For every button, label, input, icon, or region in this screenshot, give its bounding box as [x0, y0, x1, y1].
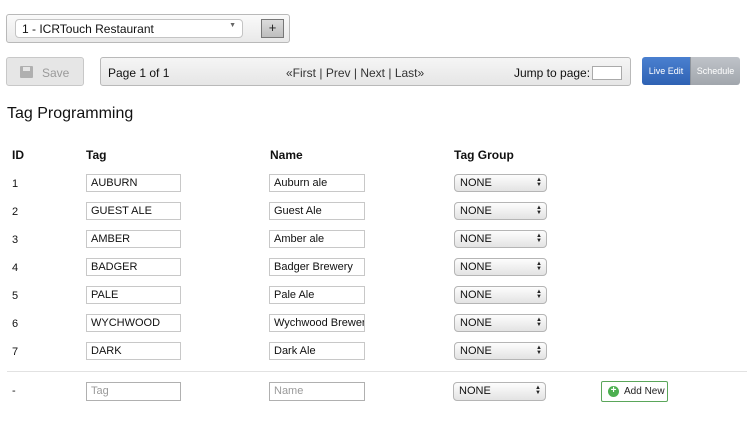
row-id: 3	[12, 234, 19, 246]
jump-to-page-input[interactable]	[592, 66, 622, 80]
page-title: Tag Programming	[7, 105, 134, 122]
floppy-disk-icon	[20, 66, 33, 78]
table-row: 2 GUEST ALE Guest Ale NONE ▲ ▼	[0, 198, 750, 226]
tag-group-value: NONE	[459, 385, 491, 397]
live-edit-button[interactable]: Live Edit	[642, 57, 690, 85]
column-header-tag: Tag	[86, 148, 107, 162]
add-new-label: Add New	[624, 386, 665, 397]
first-page-link[interactable]: «First	[286, 66, 316, 80]
new-name-input[interactable]: Name	[269, 382, 365, 401]
add-site-button[interactable]: +	[261, 19, 284, 38]
new-tag-row: - Tag Name NONE ▲ ▼ + Add New	[0, 376, 750, 404]
save-button-label: Save	[42, 66, 70, 80]
tag-group-select[interactable]: NONE ▲ ▼	[454, 314, 547, 332]
name-input[interactable]: Pale Ale	[269, 286, 365, 304]
table-row: 7 DARK Dark Ale NONE ▲ ▼	[0, 338, 750, 366]
tag-group-select[interactable]: NONE ▲ ▼	[454, 230, 547, 248]
name-input[interactable]: Guest Ale	[269, 202, 365, 220]
name-input[interactable]: Dark Ale	[269, 342, 365, 360]
name-input[interactable]: Auburn ale	[269, 174, 365, 192]
table-row: 1 AUBURN Auburn ale NONE ▲ ▼	[0, 170, 750, 198]
select-arrows-icon: ▲ ▼	[536, 317, 542, 328]
tag-group-value: NONE	[460, 205, 492, 217]
tag-group-select[interactable]: NONE ▲ ▼	[454, 286, 547, 304]
tag-input[interactable]: BADGER	[86, 258, 181, 276]
tag-group-select[interactable]: NONE ▲ ▼	[454, 342, 547, 360]
tag-group-value: NONE	[460, 345, 492, 357]
new-row-id: -	[12, 385, 16, 397]
row-id: 6	[12, 318, 19, 330]
tag-group-value: NONE	[460, 261, 492, 273]
name-input[interactable]: Badger Brewery	[269, 258, 365, 276]
table-row: 4 BADGER Badger Brewery NONE ▲ ▼	[0, 254, 750, 282]
table-row: 6 WYCHWOOD Wychwood Brewery NONE ▲ ▼	[0, 310, 750, 338]
tag-group-value: NONE	[460, 233, 492, 245]
tag-group-value: NONE	[460, 177, 492, 189]
new-tag-group-select[interactable]: NONE ▲ ▼	[453, 382, 546, 401]
chevron-down-icon: ▼	[229, 22, 236, 29]
select-arrows-icon: ▲ ▼	[536, 289, 542, 300]
tag-group-value: NONE	[460, 289, 492, 301]
tag-input[interactable]: DARK	[86, 342, 181, 360]
select-arrows-icon: ▲ ▼	[536, 233, 542, 244]
select-arrows-icon: ▲ ▼	[535, 385, 541, 396]
site-select-value: 1 - ICRTouch Restaurant	[22, 22, 154, 36]
tag-input[interactable]: WYCHWOOD	[86, 314, 181, 332]
row-id: 1	[12, 178, 19, 190]
select-arrows-icon: ▲ ▼	[536, 205, 542, 216]
tag-group-select[interactable]: NONE ▲ ▼	[454, 258, 547, 276]
site-selector-panel: 1 - ICRTouch Restaurant ▼ +	[6, 14, 290, 43]
site-select[interactable]: 1 - ICRTouch Restaurant ▼	[15, 19, 243, 38]
new-tag-input[interactable]: Tag	[86, 382, 181, 401]
column-header-id: ID	[12, 148, 24, 162]
last-page-link[interactable]: Last»	[395, 66, 424, 80]
table-row: 3 AMBER Amber ale NONE ▲ ▼	[0, 226, 750, 254]
tag-input[interactable]: PALE	[86, 286, 181, 304]
page-info: Page 1 of 1	[108, 66, 170, 80]
pager: Page 1 of 1 «First | Prev | Next | Last»…	[100, 57, 631, 86]
pager-separator: |	[353, 66, 357, 80]
next-page-link[interactable]: Next	[360, 66, 385, 80]
select-arrows-icon: ▲ ▼	[536, 345, 542, 356]
table-row: 5 PALE Pale Ale NONE ▲ ▼	[0, 282, 750, 310]
name-input[interactable]: Amber ale	[269, 230, 365, 248]
tag-group-select[interactable]: NONE ▲ ▼	[454, 174, 547, 192]
select-arrows-icon: ▲ ▼	[536, 177, 542, 188]
tag-input[interactable]: AMBER	[86, 230, 181, 248]
tag-input[interactable]: AUBURN	[86, 174, 181, 192]
row-id: 7	[12, 346, 19, 358]
plus-circle-icon: +	[608, 386, 619, 397]
tag-group-select[interactable]: NONE ▲ ▼	[454, 202, 547, 220]
table-divider	[7, 371, 747, 372]
add-new-button[interactable]: + Add New	[601, 381, 668, 402]
prev-page-link[interactable]: Prev	[326, 66, 351, 80]
pager-separator: |	[319, 66, 323, 80]
row-id: 5	[12, 290, 19, 302]
column-header-name: Name	[270, 148, 303, 162]
schedule-button[interactable]: Schedule	[690, 57, 740, 85]
save-button[interactable]: Save	[6, 57, 84, 86]
select-arrows-icon: ▲ ▼	[536, 261, 542, 272]
mode-toggle: Live Edit Schedule	[642, 57, 740, 85]
name-input[interactable]: Wychwood Brewery	[269, 314, 365, 332]
jump-to-page-label: Jump to page:	[514, 66, 591, 80]
column-header-tag-group: Tag Group	[454, 148, 514, 162]
row-id: 2	[12, 206, 19, 218]
tag-group-value: NONE	[460, 317, 492, 329]
tag-input[interactable]: GUEST ALE	[86, 202, 181, 220]
pager-nav: «First | Prev | Next | Last»	[286, 66, 424, 80]
pager-separator: |	[388, 66, 392, 80]
row-id: 4	[12, 262, 19, 274]
